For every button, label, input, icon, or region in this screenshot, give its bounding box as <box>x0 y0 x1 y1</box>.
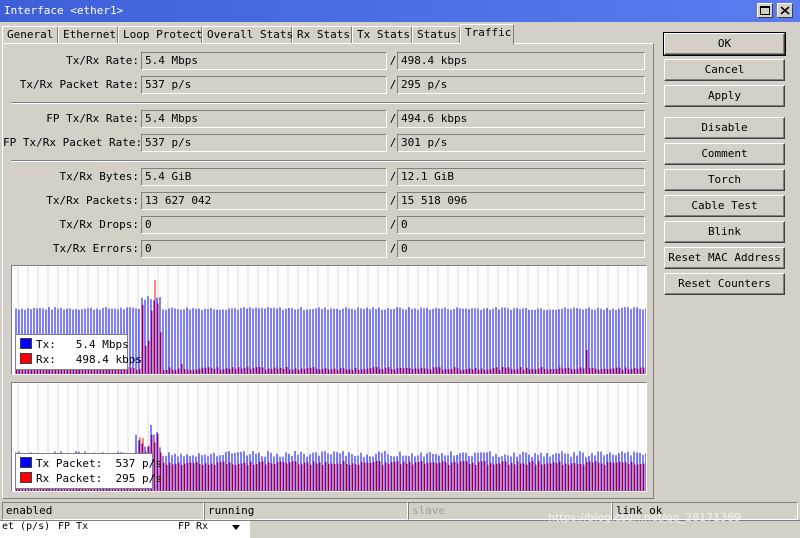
bg-column-header: FP Rx <box>178 521 209 532</box>
fp-tx-packet-rate-field[interactable]: 537 p/s <box>141 134 387 152</box>
separator: / <box>389 170 397 183</box>
legend-rx: Rx: 498.4 kbps <box>36 353 142 366</box>
rx-bytes-field[interactable]: 12.1 GiB <box>397 168 645 186</box>
stat-label: Tx/Rx Packet Rate: <box>19 78 139 91</box>
cancel-button[interactable]: Cancel <box>664 59 785 81</box>
watermark: https://blog.csdn.net/qq_28171389 <box>548 511 742 524</box>
stat-label: Tx/Rx Errors: <box>52 242 139 255</box>
ok-button[interactable]: OK <box>663 32 786 56</box>
fp-rx-packet-rate-field[interactable]: 301 p/s <box>397 134 645 152</box>
rx-packet-rate-field[interactable]: 295 p/s <box>397 76 645 94</box>
stat-label: Tx/Rx Packets: <box>46 194 139 207</box>
packet-graph-legend: Tx Packet: 537 p/s Rx Packet: 295 p/s <box>15 453 162 489</box>
title-bar[interactable]: Interface <ether1> <box>0 0 800 22</box>
separator: / <box>389 194 397 207</box>
packet-graph: Tx Packet: 537 p/s Rx Packet: 295 p/s <box>11 382 647 492</box>
tx-rate-field[interactable]: 5.4 Mbps <box>141 52 387 70</box>
stat-label: Tx/Rx Drops: <box>59 218 139 231</box>
close-button[interactable] <box>777 3 793 18</box>
status-enabled: enabled <box>2 502 204 520</box>
torch-button[interactable]: Torch <box>664 169 785 191</box>
sort-arrow-icon <box>232 525 240 530</box>
tab-overall-stats[interactable]: Overall Stats <box>202 26 293 44</box>
traffic-panel: Tx/Rx Rate: 5.4 Mbps / 498.4 kbps Tx/Rx … <box>2 43 654 499</box>
tab-ethernet[interactable]: Ethernet <box>58 26 118 44</box>
tab-tx-stats[interactable]: Tx Stats <box>352 26 412 44</box>
tx-packet-rate-field[interactable]: 537 p/s <box>141 76 387 94</box>
status-running: running <box>204 502 408 520</box>
tx-packets-field[interactable]: 13 627 042 <box>141 192 387 210</box>
stat-label: FP Tx/Rx Rate: <box>46 112 139 125</box>
rx-swatch <box>20 472 32 483</box>
maximize-icon <box>760 6 770 15</box>
tx-swatch <box>20 338 32 349</box>
apply-button[interactable]: Apply <box>664 85 785 107</box>
tx-bytes-field[interactable]: 5.4 GiB <box>141 168 387 186</box>
fp-rx-rate-field[interactable]: 494.6 kbps <box>397 110 645 128</box>
comment-button[interactable]: Comment <box>664 143 785 165</box>
separator: / <box>389 242 397 255</box>
bg-column-header: et (p/s) <box>2 521 51 532</box>
stat-label: Tx/Rx Bytes: <box>59 170 139 183</box>
divider <box>11 160 647 162</box>
separator: / <box>389 78 397 91</box>
stat-label: FP Tx/Rx Packet Rate: <box>3 136 143 149</box>
window-title: Interface <ether1> <box>4 4 124 17</box>
tab-general[interactable]: General <box>2 26 58 44</box>
tab-rx-stats[interactable]: Rx Stats <box>292 26 352 44</box>
bg-column-header: FP Tx <box>58 521 89 532</box>
fp-tx-rate-field[interactable]: 5.4 Mbps <box>141 110 387 128</box>
blink-button[interactable]: Blink <box>664 221 785 243</box>
legend-rx-packet: Rx Packet: 295 p/s <box>36 472 162 485</box>
disable-button[interactable]: Disable <box>664 117 785 139</box>
traffic-graph: Tx: 5.4 Mbps Rx: 498.4 kbps <box>11 265 647 375</box>
tx-drops-field[interactable]: 0 <box>141 216 387 234</box>
tab-traffic[interactable]: Traffic <box>460 24 514 45</box>
cable-test-button[interactable]: Cable Test <box>664 195 785 217</box>
divider <box>11 102 647 104</box>
rx-swatch <box>20 353 32 364</box>
separator: / <box>389 112 397 125</box>
traffic-graph-legend: Tx: 5.4 Mbps Rx: 498.4 kbps <box>15 334 142 370</box>
separator: / <box>389 136 397 149</box>
legend-tx-packet: Tx Packet: 537 p/s <box>36 457 162 470</box>
rx-packets-field[interactable]: 15 518 096 <box>397 192 645 210</box>
rx-rate-field[interactable]: 498.4 kbps <box>397 52 645 70</box>
maximize-button[interactable] <box>757 3 773 18</box>
tx-errors-field[interactable]: 0 <box>141 240 387 258</box>
separator: / <box>389 54 397 67</box>
background-window-header: et (p/s) FP Tx FP Rx <box>0 520 250 538</box>
tx-swatch <box>20 457 32 468</box>
separator: / <box>389 218 397 231</box>
close-icon <box>780 6 790 15</box>
tab-loop-protect[interactable]: Loop Protect <box>118 26 202 44</box>
tab-status[interactable]: Status <box>412 26 460 44</box>
reset-mac-address-button[interactable]: Reset MAC Address <box>664 247 785 269</box>
reset-counters-button[interactable]: Reset Counters <box>664 273 785 295</box>
rx-errors-field[interactable]: 0 <box>397 240 645 258</box>
stat-label: Tx/Rx Rate: <box>66 54 139 67</box>
rx-drops-field[interactable]: 0 <box>397 216 645 234</box>
legend-tx: Tx: 5.4 Mbps <box>36 338 129 351</box>
